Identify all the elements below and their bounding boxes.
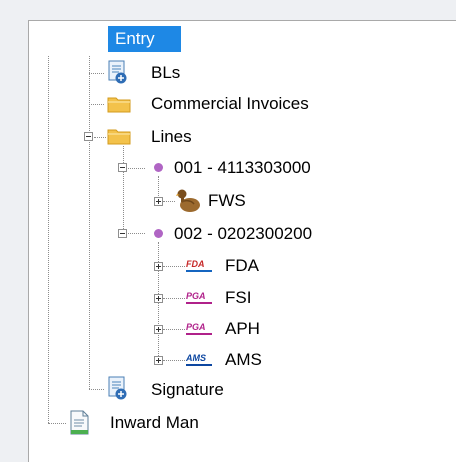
collapse-toggle[interactable] <box>84 132 93 141</box>
tree-line <box>48 423 66 424</box>
folder-icon <box>107 97 131 113</box>
tree-node-lines[interactable]: Lines <box>151 127 192 147</box>
expand-toggle[interactable] <box>154 356 163 365</box>
expand-toggle[interactable] <box>154 262 163 271</box>
expand-toggle[interactable] <box>154 197 163 206</box>
tree-node-fsi[interactable]: FSI <box>225 288 251 308</box>
pga-badge-text: PGA <box>186 291 206 301</box>
tree-line <box>48 56 49 423</box>
duck-icon <box>176 189 200 212</box>
tree-node-bls[interactable]: BLs <box>151 63 180 83</box>
pga-badge-icon: PGA <box>186 291 216 305</box>
tree-node-ams[interactable]: AMS <box>225 350 262 370</box>
tree-node-line-001[interactable]: 001 - 4113303000 <box>174 158 311 178</box>
collapse-toggle[interactable] <box>118 163 127 172</box>
tree-node-aph[interactable]: APH <box>225 319 260 339</box>
document-link-icon <box>108 376 127 400</box>
tree-line <box>123 146 124 235</box>
tree-line <box>89 389 104 390</box>
document-link-icon <box>108 60 127 84</box>
tree-line <box>163 329 185 330</box>
pga-badge-text: PGA <box>186 322 206 332</box>
expand-toggle[interactable] <box>154 294 163 303</box>
tree-node-fda[interactable]: FDA <box>225 256 259 276</box>
tree-node-entry[interactable]: Entry <box>108 26 181 52</box>
tree-node-fws[interactable]: FWS <box>208 191 246 211</box>
document-icon <box>70 410 89 435</box>
tree-line <box>89 56 90 389</box>
bullet-icon <box>154 229 163 238</box>
fda-badge-text: FDA <box>186 259 205 269</box>
tree-line <box>163 298 185 299</box>
tree-line <box>94 137 106 138</box>
ams-badge-text: AMS <box>186 353 206 363</box>
collapse-toggle[interactable] <box>118 229 127 238</box>
tree-node-inward-man[interactable]: Inward Man <box>110 413 199 433</box>
tree-line <box>163 201 175 202</box>
expand-toggle[interactable] <box>154 325 163 334</box>
tree-node-commercial-invoices[interactable]: Commercial Invoices <box>151 94 309 114</box>
folder-icon <box>107 129 131 145</box>
tree-line <box>158 176 159 198</box>
tree-line <box>163 266 185 267</box>
tree-node-line-002[interactable]: 002 - 0202300200 <box>174 224 312 244</box>
tree-line <box>163 360 185 361</box>
tree-line <box>89 104 104 105</box>
pga-badge-icon: PGA <box>186 322 216 336</box>
tree-line <box>128 168 145 169</box>
ams-badge-icon: AMS <box>186 353 216 367</box>
tree-line <box>128 233 145 234</box>
bullet-icon <box>154 163 163 172</box>
tree-line <box>89 73 104 74</box>
tree-node-signature[interactable]: Signature <box>151 380 224 400</box>
fda-badge-icon: FDA <box>186 259 216 273</box>
